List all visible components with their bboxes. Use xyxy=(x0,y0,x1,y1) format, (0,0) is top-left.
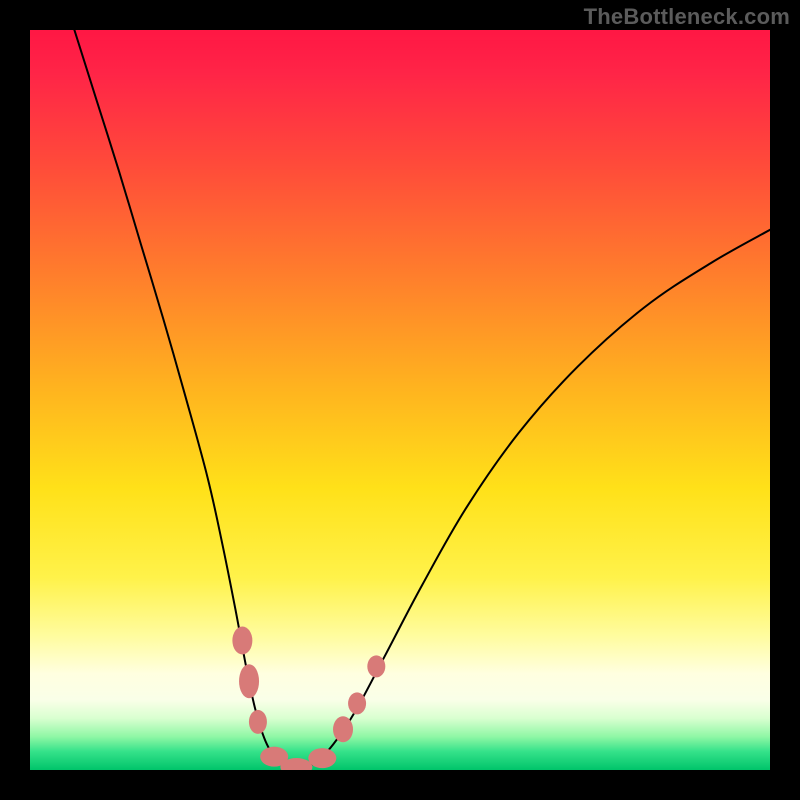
curve-marker xyxy=(367,655,385,677)
curve-marker xyxy=(348,692,366,714)
curve-marker xyxy=(308,748,336,768)
chart-svg xyxy=(30,30,770,770)
curve-marker xyxy=(239,664,259,698)
gradient-background xyxy=(30,30,770,770)
curve-marker xyxy=(249,710,267,734)
curve-marker xyxy=(232,627,252,655)
watermark-label: TheBottleneck.com xyxy=(584,4,790,30)
chart-frame: TheBottleneck.com xyxy=(0,0,800,800)
plot-area xyxy=(30,30,770,770)
curve-marker xyxy=(333,716,353,742)
